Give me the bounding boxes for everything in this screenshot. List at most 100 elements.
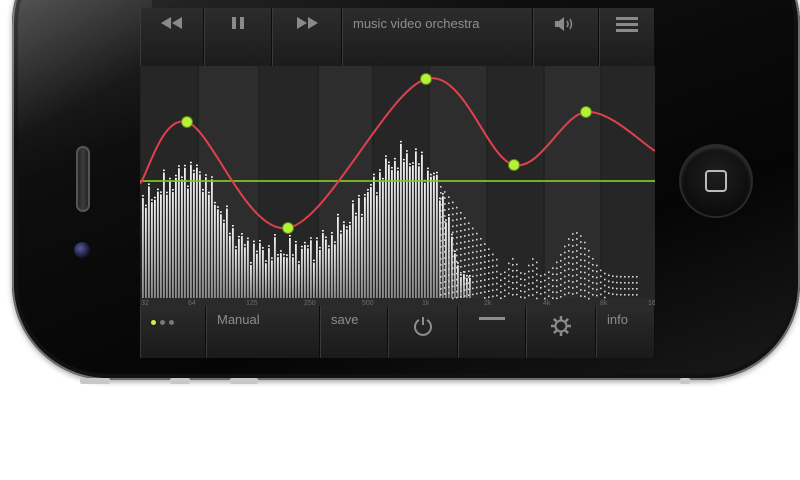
- spectrum-dot: [576, 292, 578, 294]
- gear-icon: [551, 316, 571, 336]
- track-title[interactable]: music video orchestra: [342, 8, 533, 66]
- spectrum-dot: [444, 263, 446, 265]
- phone-camera: [74, 242, 90, 258]
- spectrum-bar: [322, 233, 324, 298]
- peak-marker: [283, 253, 285, 256]
- spectrum-dot: [440, 192, 442, 194]
- spectrum-dot: [620, 293, 622, 296]
- spectrum-dot: [584, 295, 586, 298]
- grid-column: [259, 66, 318, 298]
- eq-band-handle[interactable]: [181, 116, 193, 128]
- settings-button[interactable]: [526, 306, 596, 358]
- spectrum-dot: [456, 296, 458, 299]
- spectrum-dot: [560, 290, 562, 292]
- spectrum-dot: [572, 269, 574, 271]
- fast-forward-button[interactable]: [272, 8, 342, 66]
- spectrum-dot: [480, 268, 482, 270]
- rewind-button[interactable]: [140, 8, 204, 66]
- spectrum-dot: [516, 281, 518, 284]
- eq-band-handle[interactable]: [420, 73, 432, 85]
- spectrum-dot: [544, 291, 546, 294]
- eq-band-handle[interactable]: [580, 106, 592, 118]
- eq-band-handle[interactable]: [282, 222, 294, 234]
- spectrum-dot: [608, 274, 610, 277]
- spectrum-dot: [624, 275, 626, 278]
- spectrum-dot: [556, 291, 558, 294]
- spectrum-dot: [564, 263, 566, 266]
- spectrum-bar: [223, 222, 225, 298]
- pause-button[interactable]: [204, 8, 272, 66]
- spectrum-dot: [604, 278, 606, 281]
- spectrum-dot: [440, 246, 442, 248]
- peak-marker: [259, 240, 261, 242]
- spectrum-dot: [516, 275, 518, 278]
- spectrum-bar: [382, 180, 384, 298]
- spectrum-bar: [220, 214, 222, 298]
- spectrum-dot: [496, 288, 498, 291]
- spectrum-dot: [468, 252, 470, 254]
- spectrum-dot: [456, 254, 458, 257]
- spectrum-dot: [464, 259, 466, 261]
- home-button[interactable]: [681, 146, 751, 216]
- spectrum-dot: [452, 201, 454, 204]
- spectrum-dot: [484, 297, 486, 299]
- menu-button[interactable]: [599, 8, 655, 66]
- spectrum-dot: [616, 281, 618, 284]
- spectrum-dot: [456, 248, 458, 251]
- peak-marker: [400, 140, 402, 143]
- spectrum-dot: [536, 291, 538, 294]
- spectrum-bar: [154, 199, 156, 298]
- spectrum-bar: [376, 195, 378, 298]
- peak-marker: [457, 262, 459, 264]
- peak-marker: [313, 259, 315, 262]
- spectrum-dot: [472, 245, 474, 248]
- spectrum-dot: [484, 291, 486, 293]
- spectrum-dot: [480, 292, 482, 294]
- spectrum-dot: [560, 296, 562, 298]
- peak-marker: [409, 163, 411, 165]
- spectrum-dot: [476, 250, 478, 253]
- spectrum-dot: [456, 230, 458, 233]
- spectrum-dot: [440, 288, 442, 290]
- spectrum-dot: [596, 264, 598, 267]
- spectrum-dot: [492, 283, 494, 286]
- spectrum-dot: [476, 262, 478, 265]
- peak-marker: [244, 244, 246, 246]
- volume-button[interactable]: [533, 8, 599, 66]
- spectrum-dot: [552, 267, 554, 270]
- peak-marker: [355, 212, 357, 215]
- spectrum-bar: [451, 236, 453, 298]
- peak-marker: [364, 194, 366, 196]
- equalizer-svg[interactable]: 32641252505001k2k4k8k16k: [140, 66, 655, 307]
- peak-marker: [352, 200, 354, 202]
- spectrum-dot: [596, 270, 598, 273]
- spectrum-dot: [500, 285, 502, 288]
- info-button[interactable]: info: [596, 306, 655, 358]
- peak-marker: [316, 237, 318, 239]
- eq-band-handle[interactable]: [508, 159, 520, 171]
- spectrum-dot: [440, 240, 442, 242]
- spectrum-dot: [552, 291, 554, 294]
- spectrum-dot: [632, 281, 634, 284]
- spectrum-dot: [584, 247, 586, 250]
- spectrum-dot: [508, 292, 510, 295]
- page-indicator[interactable]: [140, 306, 206, 358]
- save-button[interactable]: save: [320, 306, 388, 358]
- spectrum-dot: [528, 282, 530, 285]
- peak-marker: [289, 235, 291, 237]
- spectrum-dot: [452, 207, 454, 210]
- spectrum-dot: [600, 293, 602, 296]
- spectrum-dot: [636, 293, 638, 296]
- spectrum-dot: [584, 253, 586, 256]
- flat-reset-button[interactable]: [458, 306, 526, 358]
- preset-button[interactable]: Manual: [206, 306, 320, 358]
- spectrum-dot: [636, 275, 638, 278]
- spectrum-bar: [172, 192, 174, 298]
- spectrum-dot: [444, 191, 446, 193]
- power-button[interactable]: [388, 306, 458, 358]
- spectrum-dot: [440, 210, 442, 212]
- equalizer-graph[interactable]: 32641252505001k2k4k8k16k: [140, 66, 655, 307]
- spectrum-dot: [540, 286, 542, 289]
- spectrum-dot: [572, 233, 574, 235]
- spectrum-dot: [564, 251, 566, 254]
